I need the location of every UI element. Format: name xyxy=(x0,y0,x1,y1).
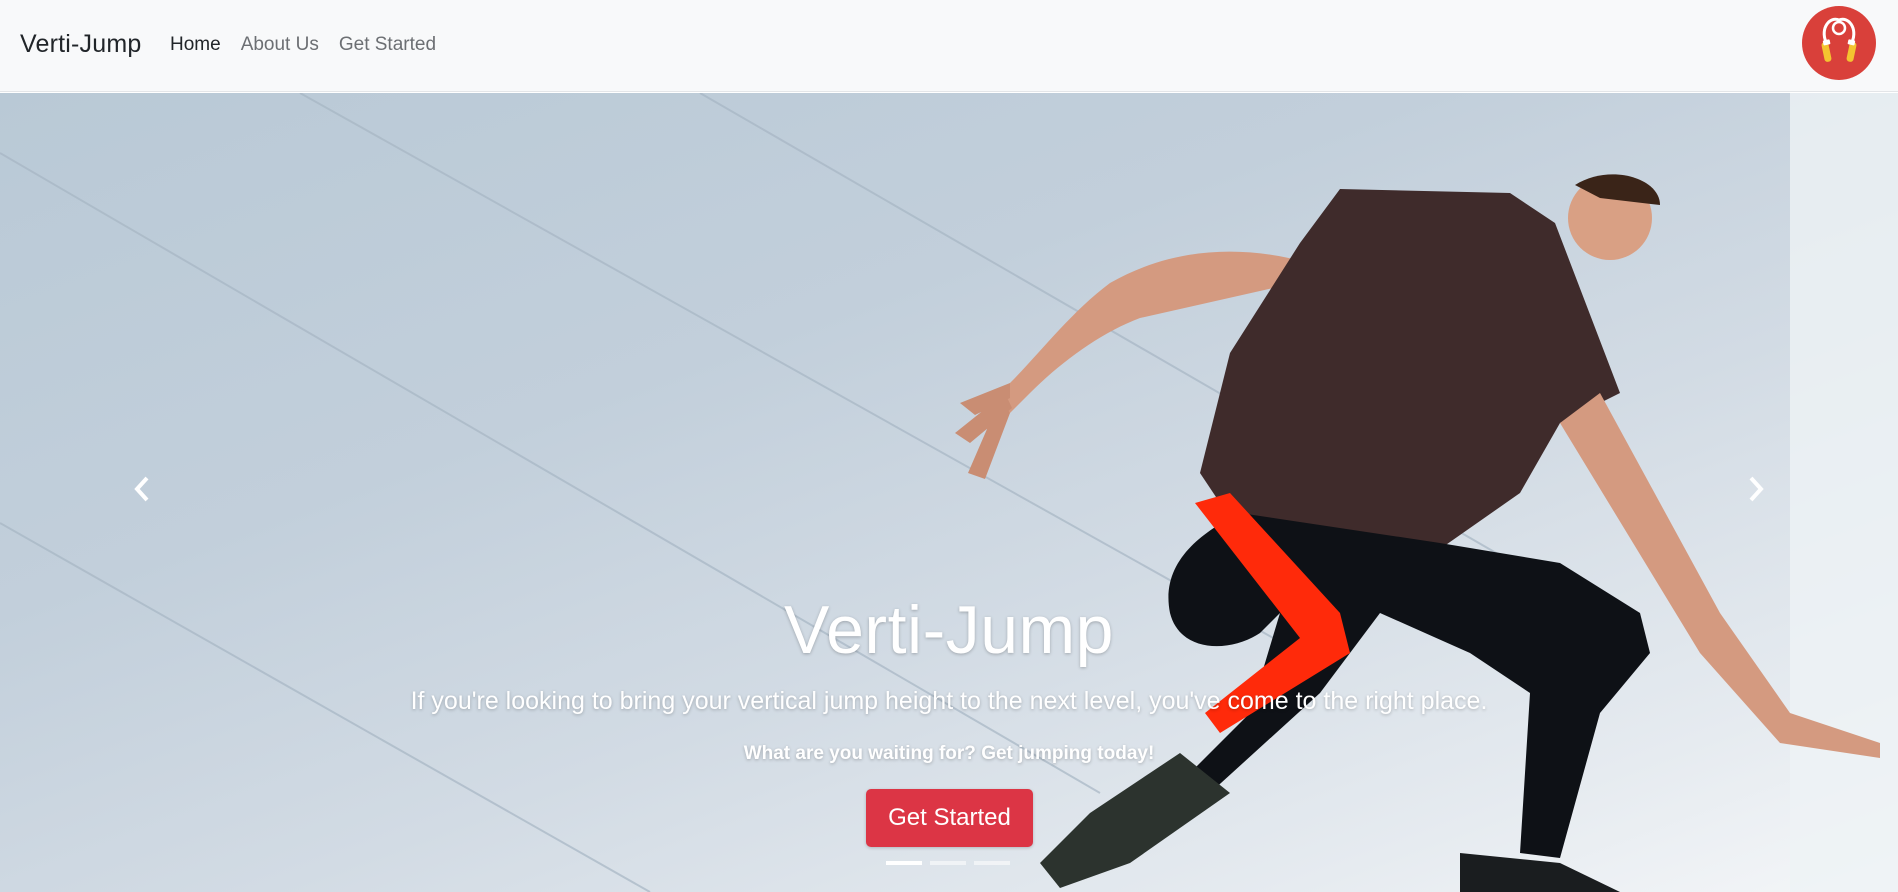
carousel-indicator-2[interactable] xyxy=(930,861,966,865)
carousel-indicator-3[interactable] xyxy=(974,861,1010,865)
hero-subtitle: If you're looking to bring your vertical… xyxy=(410,687,1488,715)
nav-links: Home About Us Get Started xyxy=(170,34,436,56)
hero-title: Verti-Jump xyxy=(784,592,1114,668)
navbar: Verti-Jump Home About Us Get Started xyxy=(0,0,1898,92)
carousel-next-button[interactable] xyxy=(1726,431,1786,547)
chevron-left-icon xyxy=(134,476,149,502)
chevron-right-icon xyxy=(1749,476,1764,502)
hero-carousel: Verti-Jump If you're looking to bring yo… xyxy=(0,93,1898,892)
carousel-indicators xyxy=(886,861,1010,865)
nav-link-get-started[interactable]: Get Started xyxy=(339,34,436,56)
hero-note: What are you waiting for? Get jumping to… xyxy=(743,743,1155,764)
carousel-prev-button[interactable] xyxy=(112,431,172,547)
brand-link[interactable]: Verti-Jump xyxy=(20,30,141,59)
get-started-button[interactable]: Get Started xyxy=(866,789,1033,847)
nav-link-home[interactable]: Home xyxy=(170,34,221,56)
carousel-indicator-1[interactable] xyxy=(886,861,922,865)
jump-rope-icon[interactable] xyxy=(1802,6,1876,80)
nav-link-about-us[interactable]: About Us xyxy=(241,34,319,56)
hero-image xyxy=(0,93,1898,892)
